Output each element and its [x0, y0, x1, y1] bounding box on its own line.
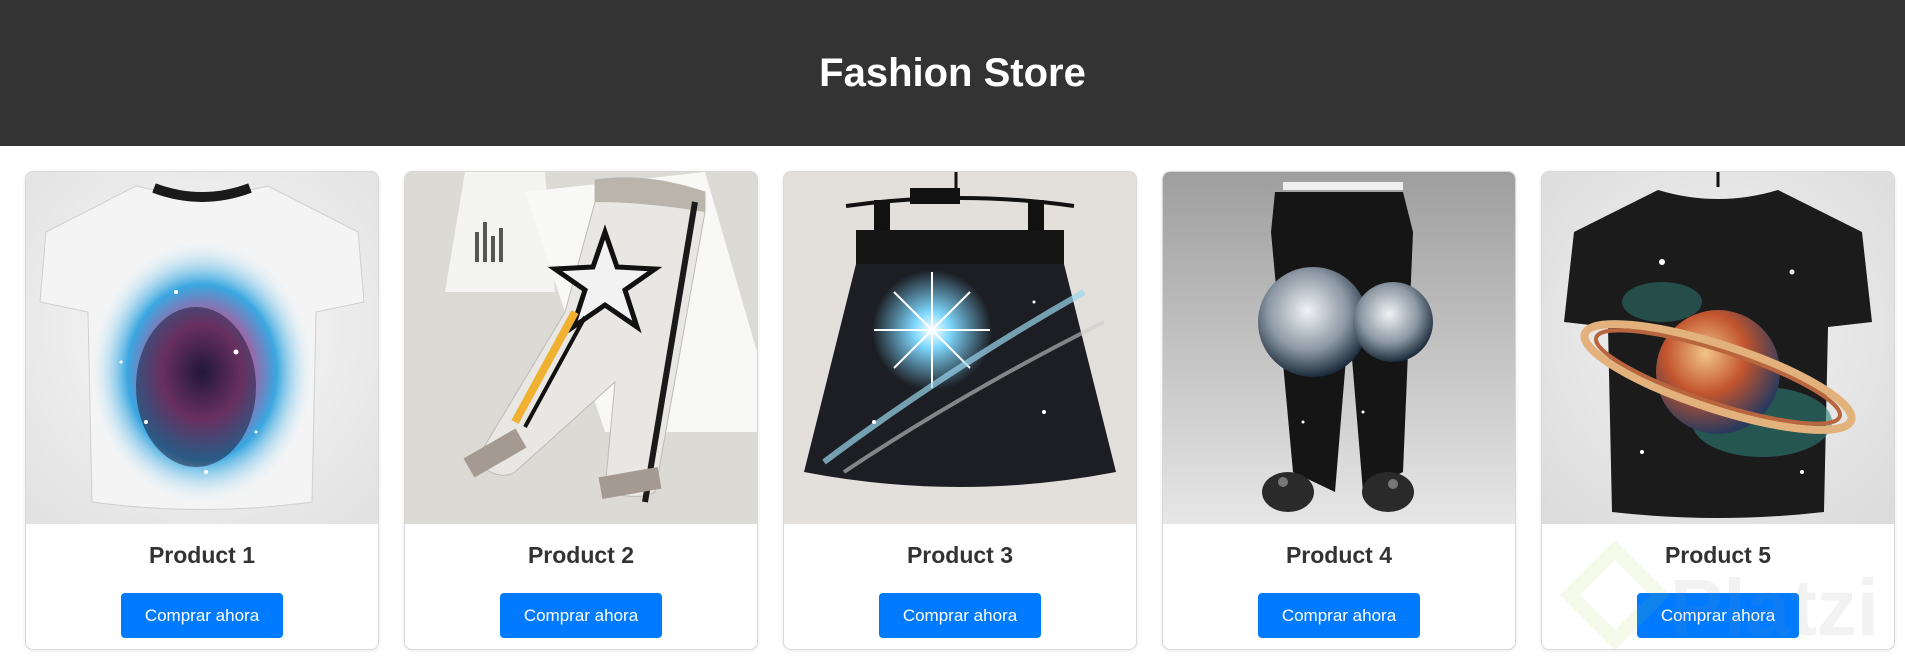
product-image-galaxy-tshirt[interactable]: [26, 172, 378, 524]
product-card: Product 4 Comprar ahora: [1162, 171, 1516, 650]
buy-now-button[interactable]: Comprar ahora: [500, 593, 662, 638]
buy-now-button[interactable]: Comprar ahora: [1258, 593, 1420, 638]
product-name: Product 4: [1285, 542, 1393, 568]
product-name: Product 2: [527, 542, 635, 568]
buy-now-button[interactable]: Comprar ahora: [879, 593, 1041, 638]
buy-now-button[interactable]: Comprar ahora: [1637, 593, 1799, 638]
product-card: Product 1 Comprar ahora: [25, 171, 379, 650]
product-grid: Product 1 Comprar ahora Product 2 Compra…: [25, 171, 1895, 651]
product-name: Product 3: [906, 542, 1014, 568]
product-image-moon-joggers[interactable]: [1163, 172, 1515, 524]
product-card: Product 3 Comprar ahora: [783, 171, 1137, 650]
product-name: Product 1: [148, 542, 256, 568]
product-image-star-pants[interactable]: [405, 172, 757, 524]
product-card: Product 5 Comprar ahora: [1541, 171, 1895, 650]
product-image-planet-tshirt[interactable]: [1542, 172, 1894, 524]
product-card: Product 2 Comprar ahora: [404, 171, 758, 650]
buy-now-button[interactable]: Comprar ahora: [121, 593, 283, 638]
store-header: Fashion Store: [0, 0, 1905, 146]
store-title: Fashion Store: [819, 50, 1086, 95]
product-name: Product 5: [1664, 542, 1772, 568]
product-image-starburst-skirt[interactable]: [784, 172, 1136, 524]
